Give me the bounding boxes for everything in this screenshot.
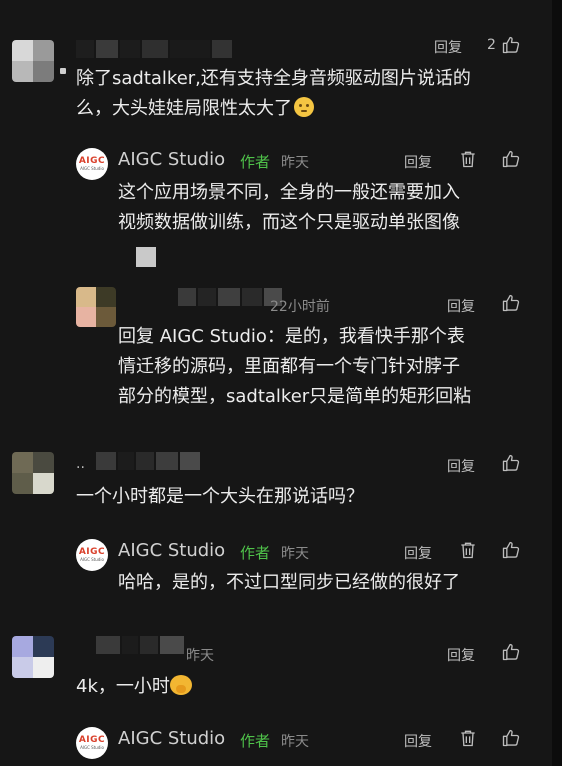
thumbs-up-icon[interactable]: [501, 35, 521, 55]
reply-button[interactable]: 回复: [404, 543, 432, 563]
reply-text-line2: 视频数据做训练，而这个只是驱动单张图像: [118, 212, 460, 233]
username-prefix: ..: [76, 456, 85, 472]
reply-time: 昨天: [281, 155, 309, 171]
thumbs-up-icon[interactable]: [501, 453, 521, 473]
username-blurred[interactable]: [96, 452, 200, 470]
author-badge: 作者: [240, 544, 271, 562]
reply-time: 昨天: [281, 546, 309, 562]
comment-text-line1: 一个小时都是一个大头在那说话吗？: [76, 486, 364, 507]
blur-fragment: [60, 68, 66, 74]
reply-button[interactable]: 回复: [404, 731, 432, 751]
reply-button[interactable]: 回复: [447, 645, 475, 665]
reply-author-name[interactable]: AIGC Studio: [118, 540, 225, 561]
comment-text-line2: 么，大头娃娃局限性太大了: [76, 94, 314, 124]
avatar[interactable]: [12, 636, 54, 678]
username-blurred[interactable]: [76, 40, 232, 58]
reply-text-line3: 部分的模型，sadtalker只是简单的矩形回粘: [118, 386, 472, 407]
comment-text-line1: 4k，一小时: [76, 672, 192, 702]
author-avatar[interactable]: AIGC AIGC Studio: [76, 539, 108, 571]
thumbs-up-icon[interactable]: [501, 540, 521, 560]
thumbs-up-icon[interactable]: [501, 293, 521, 313]
trash-icon[interactable]: [458, 728, 478, 748]
trash-icon[interactable]: [458, 149, 478, 169]
username-blurred[interactable]: [178, 288, 282, 306]
hand-over-mouth-emoji-icon: [169, 675, 192, 695]
reply-button[interactable]: 回复: [434, 37, 462, 57]
thumbs-up-icon[interactable]: [501, 149, 521, 169]
thumbs-up-icon[interactable]: [501, 728, 521, 748]
reply-button[interactable]: 回复: [447, 296, 475, 316]
avatar[interactable]: [12, 40, 54, 82]
comment-time: 昨天: [186, 648, 214, 664]
reply-author-name[interactable]: AIGC Studio: [118, 728, 225, 749]
reply-text-line1: 回复 AIGC Studio：是的，我看快手那个表: [118, 326, 465, 347]
reply-time: 昨天: [281, 734, 309, 750]
trash-icon[interactable]: [458, 540, 478, 560]
author-badge: 作者: [240, 732, 271, 750]
like-count: 2: [487, 37, 496, 53]
comment-text-line1: 除了sadtalker,还有支持全身音频驱动图片说话的: [76, 68, 471, 89]
reply-text-line1: 哈哈，是的，不过口型同步已经做的很好了: [118, 572, 460, 593]
reply-time: 22小时前: [270, 299, 330, 315]
blur-fragment: [136, 247, 156, 267]
author-avatar[interactable]: AIGC AIGC Studio: [76, 727, 108, 759]
reply-text-line2: 情迁移的源码，里面都有一个专门针对脖子: [118, 356, 460, 377]
author-badge: 作者: [240, 153, 271, 171]
reply-author-name[interactable]: AIGC Studio: [118, 149, 225, 170]
avatar[interactable]: [76, 287, 116, 327]
scrollbar[interactable]: [552, 0, 562, 766]
sweat-emoji-icon: [294, 97, 314, 117]
reply-button[interactable]: 回复: [404, 152, 432, 172]
author-avatar[interactable]: AIGC AIGC Studio: [76, 148, 108, 180]
username-blurred[interactable]: [96, 636, 184, 654]
reply-button[interactable]: 回复: [447, 456, 475, 476]
reply-text-line1: 这个应用场景不同，全身的一般还需要加入: [118, 182, 460, 203]
thumbs-up-icon[interactable]: [501, 642, 521, 662]
avatar[interactable]: [12, 452, 54, 494]
